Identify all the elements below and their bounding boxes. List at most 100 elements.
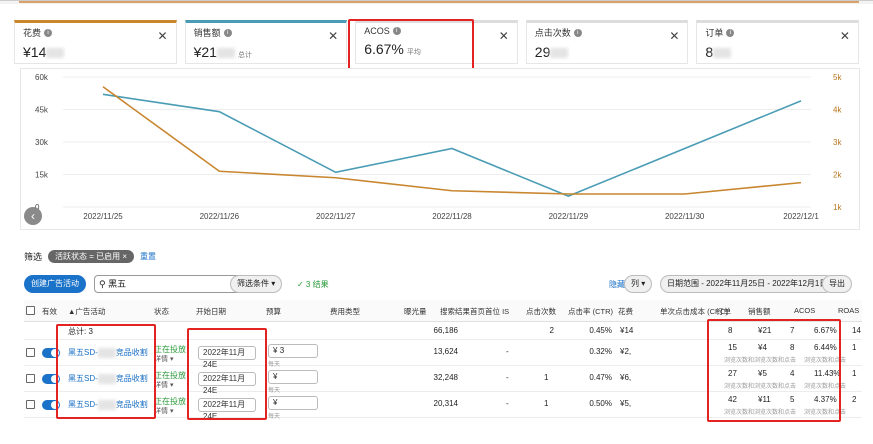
chevron-left-icon[interactable]: ‹ (24, 207, 42, 225)
redacted-blur (216, 48, 235, 59)
budget-value: 3 (279, 346, 285, 355)
reset-link[interactable]: 重置 (140, 251, 156, 262)
create-campaign-button[interactable]: 创建广告活动 (24, 275, 86, 293)
impressions: 32,248 (433, 373, 458, 382)
x-tick-label: 2022/11/27 (316, 212, 356, 221)
roas: 1 (852, 343, 857, 352)
x-tick-label: 2022/11/28 (432, 212, 472, 221)
metric-value: 29 (534, 44, 551, 60)
budget-field[interactable]: ¥ 3 (268, 344, 318, 358)
metric-value: ¥14 (23, 44, 47, 60)
y-tick-right: 3k (833, 138, 842, 147)
status-details[interactable]: 详情 ▾ (154, 406, 173, 416)
ctr: 0.47% (589, 373, 612, 382)
col-active[interactable]: 有效 (42, 306, 57, 317)
highlight-campaign-column (56, 324, 156, 419)
search-input[interactable]: ⚲ 黑五× (94, 275, 246, 293)
y-tick-left: 30k (35, 138, 49, 147)
close-icon[interactable]: ✕ (499, 29, 509, 43)
clicks: 1 (544, 399, 549, 408)
spend: ¥6, (620, 373, 632, 382)
metric-card-clicks[interactable]: 点击次数 i 29 ✕ (525, 20, 689, 64)
filter-label: 筛选 (24, 251, 43, 262)
spend: ¥5, (620, 399, 632, 408)
total-ctr: 0.45% (589, 326, 612, 335)
x-tick-label: 2022/11/26 (200, 212, 240, 221)
row-checkbox[interactable] (26, 374, 35, 383)
col-start-date[interactable]: 开始日期 (196, 306, 226, 317)
highlight-start-date-column (187, 328, 267, 420)
metric-card-sales[interactable]: 销售额 i ¥21 总计 ✕ (184, 20, 348, 64)
row-checkbox[interactable] (26, 348, 35, 357)
total-impressions: 66,186 (433, 326, 458, 335)
total-spend: ¥14 (620, 326, 634, 335)
info-icon[interactable]: i (573, 28, 582, 37)
col-cost-type[interactable]: 费用类型 (330, 306, 360, 317)
row-checkbox[interactable] (26, 400, 35, 409)
top-is: - (506, 373, 509, 382)
info-icon[interactable]: i (223, 28, 232, 37)
y-tick-right: 4k (833, 106, 842, 115)
y-tick-left: 45k (35, 106, 49, 115)
info-icon[interactable]: i (44, 28, 53, 37)
close-icon[interactable]: ✕ (669, 29, 679, 43)
spend: ¥2, (620, 347, 632, 356)
top-bar (0, 0, 873, 4)
budget-currency: ¥ (273, 372, 278, 381)
y-tick-right: 5k (833, 73, 842, 82)
status-details[interactable]: 详情 ▾ (154, 380, 173, 390)
filter-condition-dropdown[interactable]: 筛选条件 ▾ (230, 275, 283, 293)
search-value: 黑五 (108, 279, 127, 289)
col-impressions[interactable]: 曝光量 (404, 306, 427, 317)
series-line-1 (102, 86, 802, 195)
select-all-checkbox[interactable] (26, 306, 35, 315)
x-tick-label: 2022/12/1 (783, 212, 819, 221)
col-status[interactable]: 状态 (154, 306, 169, 317)
performance-chart: 60k45k30k15k05k4k3k2k1k2022/11/252022/11… (20, 68, 860, 230)
metric-card-spend[interactable]: 花费 i ¥14 ✕ (14, 20, 177, 64)
redacted-blur (713, 48, 732, 59)
col-spend[interactable]: 花费 (618, 306, 633, 317)
roas: 2 (852, 395, 857, 404)
close-icon[interactable]: ✕ (840, 29, 850, 43)
col-budget[interactable]: 预算 (266, 306, 281, 317)
budget-period: 每天 (268, 414, 281, 420)
budget-field[interactable]: ¥ (268, 370, 318, 384)
metric-value: 8 (705, 44, 714, 60)
columns-dropdown[interactable]: 列 ▾ (624, 275, 653, 293)
col-campaign[interactable]: ▲广告活动 (68, 306, 105, 317)
metric-card-orders[interactable]: 订单 i 8 ✕ (696, 20, 859, 64)
col-top-is[interactable]: 搜索结果首页首位 IS (440, 306, 509, 317)
ctr: 0.32% (589, 347, 612, 356)
metric-name: 点击次数 (534, 28, 571, 38)
date-range-dropdown[interactable]: 日期范围 - 2022年11月25日 - 2022年12月1日 (660, 275, 835, 293)
impressions: 20,314 (433, 399, 458, 408)
col-clicks[interactable]: 点击次数 (526, 306, 556, 317)
budget-currency: ¥ (273, 398, 278, 407)
metric-value: ¥21 (193, 44, 217, 60)
metric-sub: 总计 (237, 52, 252, 59)
col-acos[interactable]: ACOS (794, 306, 815, 315)
col-sales[interactable]: 销售额 (748, 306, 771, 317)
results-count: ✓ 3 结果 (297, 280, 329, 289)
col-orders[interactable]: 订单 (716, 306, 731, 317)
x-tick-label: 2022/11/25 (83, 212, 123, 221)
info-icon[interactable]: i (726, 28, 735, 37)
close-icon[interactable]: ✕ (328, 29, 338, 43)
filter-row: 筛选 活跃状态 = 已启用 × 重置 (24, 249, 156, 263)
roas: 1 (852, 369, 857, 378)
export-button[interactable]: 导出 (822, 275, 852, 293)
budget-field[interactable]: ¥ (268, 396, 318, 410)
total-roas: 14 (852, 326, 861, 335)
y-tick-left: 60k (35, 73, 49, 82)
y-tick-right: 2k (833, 171, 842, 180)
x-tick-label: 2022/11/29 (549, 212, 589, 221)
metric-name: 订单 (705, 28, 724, 38)
col-ctr[interactable]: 点击率 (CTR) (568, 306, 613, 317)
status-details[interactable]: 详情 ▾ (154, 354, 173, 364)
col-roas[interactable]: ROAS (838, 306, 859, 315)
ctr: 0.50% (589, 399, 612, 408)
top-is: - (506, 347, 509, 356)
filter-chip[interactable]: 活跃状态 = 已启用 × (48, 249, 135, 263)
close-icon[interactable]: ✕ (158, 29, 168, 43)
